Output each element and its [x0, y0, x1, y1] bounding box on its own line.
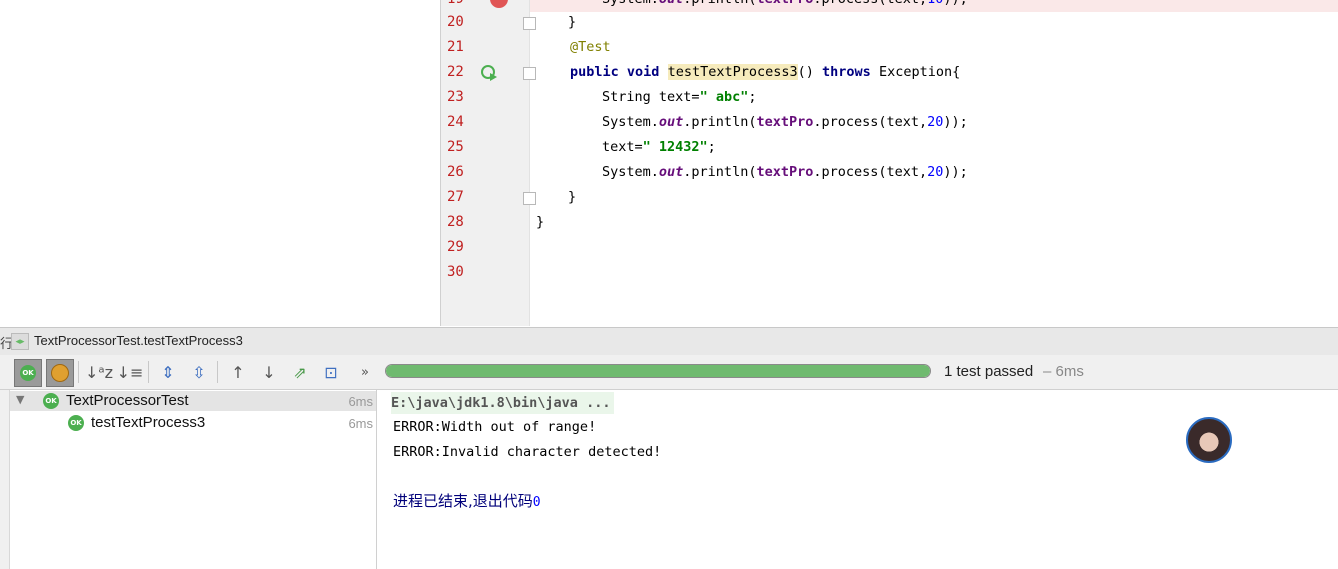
code-line-25: text=" 12432"; [602, 139, 716, 155]
tree-row-suite[interactable]: ▼ OK TextProcessorTest 6ms [10, 391, 376, 411]
console-output[interactable]: E:\java\jdk1.8\bin\java ... ERROR:Width … [377, 390, 1338, 569]
export-icon: ⇗ [293, 362, 307, 382]
ok-icon: OK [43, 393, 59, 409]
console-command-line[interactable]: E:\java\jdk1.8\bin\java ... [391, 392, 615, 414]
fold-marker-icon[interactable] [523, 17, 536, 30]
project-panel-blank [0, 0, 441, 326]
import-tests-button[interactable]: ⊡ [318, 359, 344, 385]
test-progress-fill [386, 365, 930, 377]
suite-label: TextProcessorTest [66, 392, 189, 409]
line-number: 26 [447, 164, 464, 180]
collapse-all-icon: ⇳ [192, 362, 206, 382]
line-number: 20 [447, 14, 464, 30]
line-number: 24 [447, 114, 464, 130]
code-line-21-annotation: @Test [570, 39, 611, 55]
run-test-icon[interactable] [480, 64, 498, 82]
collapse-all-button[interactable]: ⇳ [186, 359, 212, 385]
code-line-27: } [568, 189, 577, 205]
code-line-28: } [536, 214, 545, 230]
test-progress-bar [385, 364, 931, 378]
user-avatar[interactable] [1186, 417, 1232, 463]
tree-row-test[interactable]: OK testTextProcess3 6ms [10, 413, 376, 433]
console-exit-line: 进程已结束,退出代码0 [393, 492, 541, 510]
previous-failed-button[interactable]: ↑ [225, 359, 251, 385]
line-number: 30 [447, 264, 464, 280]
code-line-24: System.out.println(textPro.process(text,… [602, 114, 968, 130]
method-name: testTextProcess3 [667, 64, 798, 80]
test-status-text: 1 test passed [944, 363, 1034, 380]
test-label: testTextProcess3 [91, 414, 206, 431]
show-ignored-button[interactable] [46, 359, 74, 387]
sort-duration-icon: ↓≡ [116, 362, 144, 382]
sort-alphabetically-button[interactable]: ↓ᵃz [84, 359, 114, 385]
code-line-26: System.out.println(textPro.process(text,… [602, 164, 968, 180]
run-tab-title[interactable]: TextProcessorTest.testTextProcess3 [34, 333, 243, 348]
ok-icon: OK [68, 415, 84, 431]
line-number: 23 [447, 89, 464, 105]
console-error-1: ERROR:Width out of range! [393, 419, 597, 435]
run-tool-window-title: 行 ◂▸ TextProcessorTest.testTextProcess3 [0, 327, 1338, 356]
code-line-23: String text=" abc"; [602, 89, 757, 105]
line-number: 27 [447, 189, 464, 205]
line-number: 21 [447, 39, 464, 55]
fold-marker-icon[interactable] [523, 67, 536, 80]
line-number: 29 [447, 239, 464, 255]
next-failed-button[interactable]: ↓ [256, 359, 282, 385]
test-time: 6ms [348, 416, 373, 431]
sort-az-icon: ↓ᵃz [84, 362, 114, 382]
history-icon: ⊡ [324, 362, 338, 382]
code-line-20: } [568, 14, 577, 30]
expand-all-icon: ⇕ [161, 362, 175, 382]
sort-by-duration-button[interactable]: ↓≡ [116, 359, 144, 385]
fold-marker-icon[interactable] [523, 192, 536, 205]
left-tool-strip [0, 390, 10, 569]
expand-arrow-icon[interactable]: ▼ [16, 393, 24, 406]
chevron-double-right-icon: » [361, 364, 369, 380]
code-line-19: System.out.println(textPro.process(text,… [602, 0, 968, 12]
run-config-icon: ◂▸ [11, 333, 29, 350]
code-line-22: public void testTextProcess3() throws Ex… [570, 64, 961, 80]
more-actions-button[interactable]: » [352, 359, 378, 385]
line-number: 28 [447, 214, 464, 230]
line-number: 22 [447, 64, 464, 80]
show-passed-button[interactable]: OK [14, 359, 42, 387]
run-toolbar: OK ↓ᵃz ↓≡ ⇕ ⇳ ↑ ↓ ⇗ ⊡ » 1 test passed – … [0, 355, 1338, 390]
arrow-down-icon: ↓ [262, 362, 276, 382]
ignored-icon [51, 364, 69, 382]
expand-all-button[interactable]: ⇕ [155, 359, 181, 385]
suite-time: 6ms [348, 394, 373, 409]
line-number: 25 [447, 139, 464, 155]
arrow-up-icon: ↑ [231, 362, 245, 382]
test-results-tree: ▼ OK TextProcessorTest 6ms OK testTextPr… [0, 390, 377, 569]
ok-icon: OK [20, 365, 36, 381]
test-duration-text: – 6ms [1043, 363, 1084, 380]
console-error-2: ERROR:Invalid character detected! [393, 444, 662, 460]
export-results-button[interactable]: ⇗ [287, 359, 313, 385]
